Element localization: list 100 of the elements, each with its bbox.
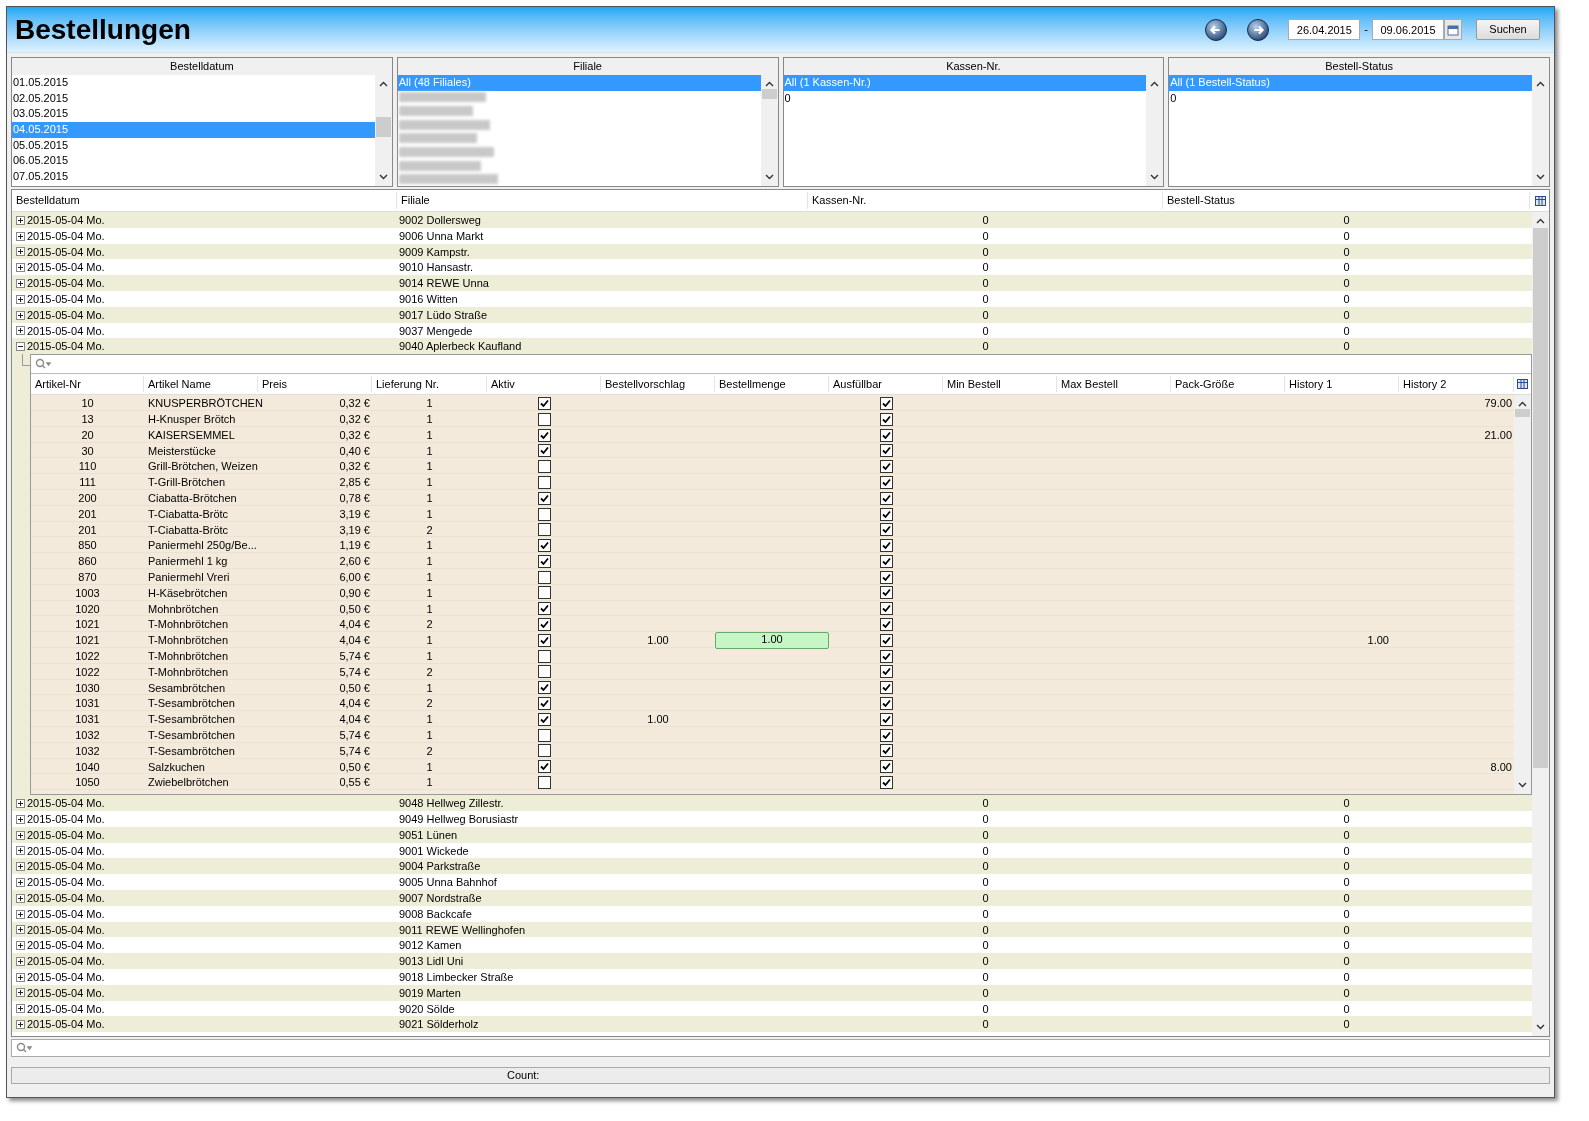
checkbox[interactable] <box>879 475 893 489</box>
expand-icon[interactable] <box>16 862 25 872</box>
search-button[interactable]: Suchen <box>1476 19 1540 40</box>
checkbox[interactable] <box>879 586 893 600</box>
scroll-down-icon[interactable] <box>764 174 774 180</box>
checkbox[interactable] <box>879 760 893 774</box>
scroll-up-icon[interactable] <box>1536 218 1545 224</box>
expand-icon[interactable] <box>16 909 25 919</box>
checkbox[interactable] <box>537 539 551 553</box>
checkbox[interactable] <box>537 697 551 711</box>
checkbox[interactable] <box>879 712 893 726</box>
column-header[interactable]: Pack-Größe <box>1171 375 1285 393</box>
checkbox[interactable] <box>879 665 893 679</box>
checkbox[interactable] <box>879 460 893 474</box>
checkbox[interactable] <box>537 744 551 758</box>
expand-icon[interactable] <box>16 941 25 951</box>
search-icon[interactable] <box>35 358 51 371</box>
checkbox[interactable] <box>537 460 551 474</box>
expand-icon[interactable] <box>16 988 25 998</box>
expand-icon[interactable] <box>16 310 25 320</box>
checkbox[interactable] <box>879 633 893 647</box>
scroll-down-icon[interactable] <box>1536 1024 1545 1030</box>
expand-icon[interactable] <box>16 1020 25 1030</box>
checkbox[interactable] <box>537 507 551 521</box>
checkbox[interactable] <box>537 570 551 584</box>
scroll-up-icon[interactable] <box>1536 81 1545 87</box>
scroll-up-icon[interactable] <box>764 81 774 87</box>
column-chooser-icon[interactable] <box>1517 379 1528 390</box>
checkbox[interactable] <box>879 697 893 711</box>
checkbox[interactable] <box>879 681 893 695</box>
checkbox[interactable] <box>879 570 893 584</box>
checkbox[interactable] <box>537 491 551 505</box>
checkbox[interactable] <box>537 649 551 663</box>
scroll-down-icon[interactable] <box>378 174 388 180</box>
scroll-up-icon[interactable] <box>1150 81 1160 87</box>
collapse-icon[interactable] <box>16 342 25 352</box>
checkbox[interactable] <box>537 728 551 742</box>
expand-icon[interactable] <box>16 215 25 225</box>
column-header[interactable]: Bestellmenge <box>715 375 829 393</box>
quantity-input[interactable]: 1.00 <box>715 632 829 649</box>
scroll-thumb[interactable] <box>375 117 391 137</box>
expand-icon[interactable] <box>16 1004 25 1014</box>
checkbox[interactable] <box>879 396 893 410</box>
scroll-up-icon[interactable] <box>1518 401 1527 408</box>
checkbox[interactable] <box>537 712 551 726</box>
expand-icon[interactable] <box>16 294 25 304</box>
expand-icon[interactable] <box>16 846 25 856</box>
expand-icon[interactable] <box>16 263 25 273</box>
list-item[interactable]: 07.05.2015 <box>12 169 375 185</box>
checkbox[interactable] <box>537 554 551 568</box>
column-header[interactable]: Filiale <box>397 192 808 209</box>
column-header[interactable]: Ausfüllbar <box>829 375 943 393</box>
checkbox[interactable] <box>537 760 551 774</box>
checkbox[interactable] <box>537 396 551 410</box>
checkbox[interactable] <box>537 681 551 695</box>
checkbox[interactable] <box>537 428 551 442</box>
scrollbar[interactable] <box>1514 395 1531 795</box>
expand-icon[interactable] <box>16 326 25 336</box>
checkbox[interactable] <box>879 618 893 632</box>
list-item[interactable]: 02.05.2015 <box>12 90 375 107</box>
scroll-thumb[interactable] <box>1515 409 1530 418</box>
column-header[interactable]: Artikel Name <box>144 375 258 393</box>
scrollbar[interactable] <box>1532 212 1549 1036</box>
scrollbar[interactable] <box>1146 75 1164 186</box>
expand-icon[interactable] <box>16 247 25 257</box>
checkbox[interactable] <box>879 602 893 616</box>
list-item[interactable]: 05.05.2015 <box>12 137 375 154</box>
checkbox[interactable] <box>879 412 893 426</box>
column-header[interactable]: Preis <box>258 375 372 393</box>
checkbox[interactable] <box>537 586 551 600</box>
column-header[interactable]: Bestell-Status <box>1163 192 1530 209</box>
checkbox[interactable] <box>879 523 893 537</box>
checkbox[interactable] <box>537 633 551 647</box>
scroll-thumb[interactable] <box>761 89 777 99</box>
checkbox[interactable] <box>537 475 551 489</box>
search-icon[interactable] <box>16 1042 32 1054</box>
checkbox[interactable] <box>537 412 551 426</box>
checkbox[interactable] <box>879 776 893 790</box>
expand-icon[interactable] <box>16 798 25 808</box>
filter-field[interactable] <box>11 1039 1550 1057</box>
list-item[interactable]: 01.05.2015 <box>12 75 375 91</box>
column-header[interactable]: History 1 <box>1285 375 1399 393</box>
expand-icon[interactable] <box>16 278 25 288</box>
list-item[interactable]: 0 <box>783 90 1147 107</box>
checkbox[interactable] <box>879 507 893 521</box>
column-header[interactable]: Max Bestell <box>1057 375 1171 393</box>
column-chooser-icon[interactable] <box>1535 195 1546 206</box>
expand-icon[interactable] <box>16 231 25 241</box>
scrollbar[interactable] <box>760 75 778 186</box>
column-header[interactable]: Bestelldatum <box>12 192 397 209</box>
expand-icon[interactable] <box>16 956 25 966</box>
scrollbar[interactable] <box>1532 75 1549 186</box>
scroll-up-icon[interactable] <box>378 81 388 87</box>
column-header[interactable]: Artikel-Nr <box>31 375 144 393</box>
expand-icon[interactable] <box>16 814 25 824</box>
column-header[interactable]: Lieferung Nr. <box>372 375 487 393</box>
list-item[interactable]: 03.05.2015 <box>12 106 375 123</box>
checkbox[interactable] <box>879 428 893 442</box>
column-header[interactable]: Min Bestell <box>943 375 1057 393</box>
checkbox[interactable] <box>537 523 551 537</box>
